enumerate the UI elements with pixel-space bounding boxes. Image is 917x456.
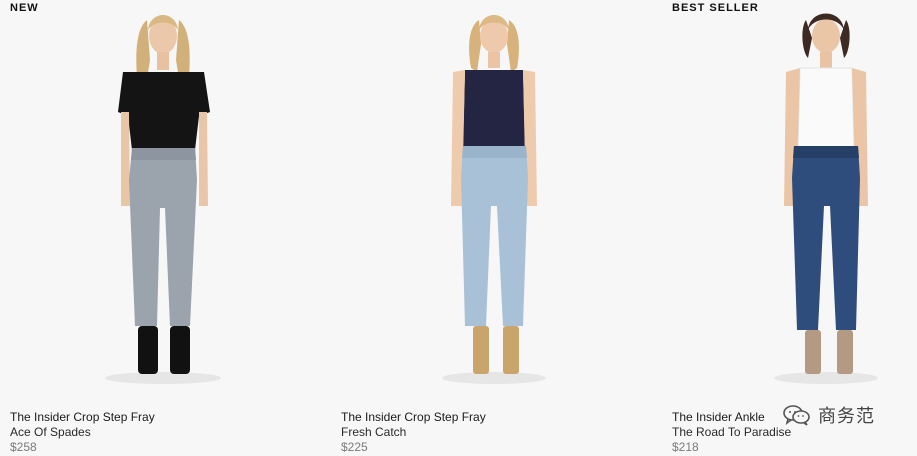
product-grid: NEW The Insider Crop Step Fray Ace Of Sp…: [0, 0, 917, 456]
watermark-text: 商务范: [818, 406, 875, 427]
product-card[interactable]: NEW The Insider Crop Step Fray Ace Of Sp…: [0, 0, 305, 456]
product-name[interactable]: The Insider Crop Step Fray: [10, 410, 300, 425]
product-info: The Insider Crop Step Fray Ace Of Spades…: [10, 410, 300, 455]
product-variant: Ace Of Spades: [10, 425, 91, 439]
product-badge: NEW: [10, 2, 39, 14]
product-info: The Insider Crop Step Fray Fresh Catch $…: [341, 410, 631, 455]
watermark: 商务范: [782, 402, 897, 428]
product-badge: BEST SELLER: [672, 2, 759, 14]
product-image[interactable]: [0, 0, 305, 400]
product-price: $218: [672, 440, 699, 454]
product-card[interactable]: The Insider Crop Step Fray Fresh Catch $…: [331, 0, 636, 456]
product-price: $225: [341, 440, 368, 454]
product-card[interactable]: BEST SELLER The Insider Ankle The Road T…: [662, 0, 917, 456]
product-variant: Fresh Catch: [341, 425, 407, 439]
product-name[interactable]: The Insider Crop Step Fray: [341, 410, 631, 425]
wechat-icon: [783, 405, 810, 426]
product-image[interactable]: [331, 0, 636, 400]
product-image[interactable]: [662, 0, 917, 400]
product-price: $258: [10, 440, 37, 454]
